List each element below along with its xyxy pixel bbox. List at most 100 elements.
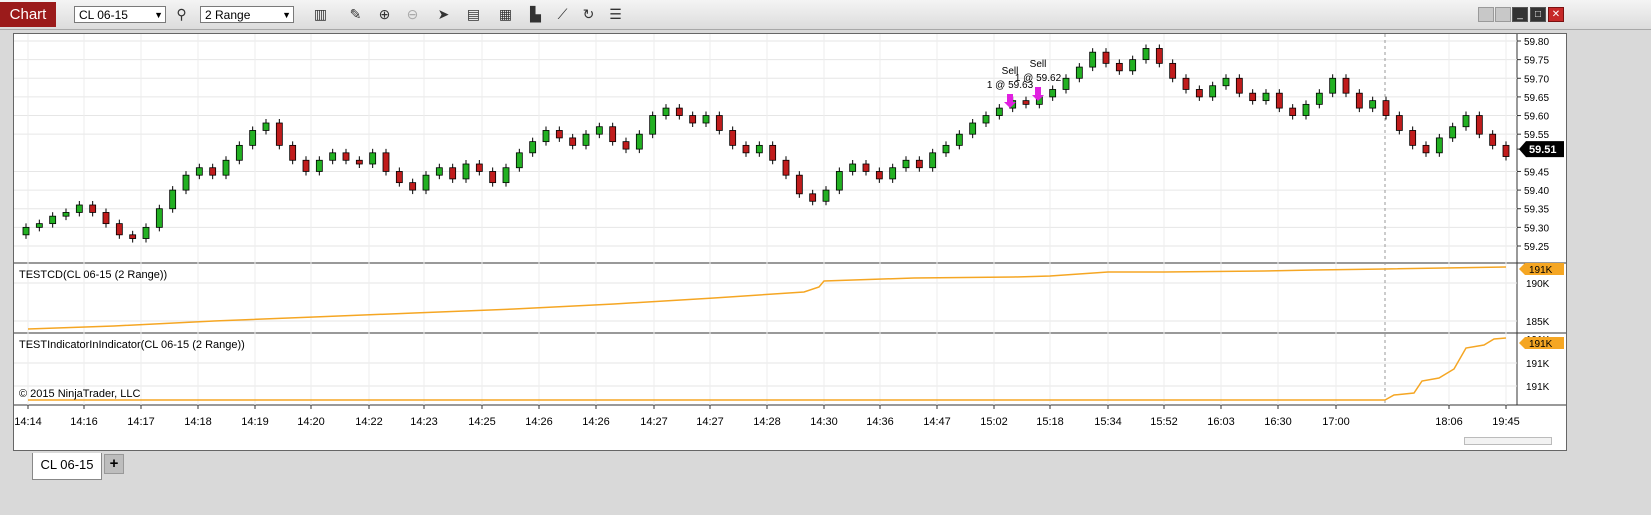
chart-canvas[interactable]: 59.80 59.75 59.70 59.65 59.60 59.55 59.51 59.45…	[14, 34, 1567, 451]
time-tick-label: 18:06	[1435, 416, 1463, 428]
candle-body	[355, 159, 363, 165]
chart-area[interactable]: 59.80 59.75 59.70 59.65 59.60 59.55 59.51 59.45…	[13, 33, 1567, 451]
candle-body	[395, 171, 403, 184]
candle-body	[1395, 115, 1403, 131]
order-icon[interactable]: ▦	[495, 4, 516, 25]
candle-body	[1449, 126, 1457, 139]
price-tick-label: 59.70	[1524, 74, 1549, 85]
candle-body	[1462, 115, 1470, 128]
candle-body	[1422, 144, 1430, 154]
interval-value: 2 Range	[205, 8, 251, 22]
pencil-icon[interactable]: ✎	[345, 4, 366, 25]
candle-body	[35, 223, 43, 228]
candle-body	[62, 212, 70, 217]
time-tick-label: 14:25	[468, 416, 496, 428]
candle-body	[929, 152, 937, 169]
candle-body	[75, 204, 83, 213]
strategy-icon[interactable]: ▙	[525, 4, 546, 25]
window-option-icon[interactable]	[1495, 7, 1511, 22]
candle-body	[969, 122, 977, 135]
chart-tab[interactable]: Chart	[0, 2, 56, 27]
candle-body	[275, 122, 283, 146]
candle-body	[569, 137, 577, 146]
candle-body	[129, 234, 137, 239]
candle-body	[329, 152, 337, 161]
time-tick-label: 16:03	[1207, 416, 1235, 428]
time-tick-label: 14:47	[923, 416, 951, 428]
candle-body	[702, 115, 710, 124]
time-tick-label: 14:27	[696, 416, 724, 428]
bar-type-icon[interactable]: ▥	[310, 4, 331, 25]
candle-body	[582, 133, 590, 146]
data-box-icon[interactable]: ▤	[463, 4, 484, 25]
candle-body	[462, 163, 470, 180]
candle-body	[409, 182, 417, 191]
candle-body	[875, 171, 883, 180]
minimize-icon[interactable]: _	[1512, 7, 1528, 22]
candle-body	[742, 144, 750, 154]
candle-body	[1489, 133, 1497, 146]
candle-body	[729, 130, 737, 146]
sell-marker-label: Sell	[1030, 59, 1047, 70]
properties-icon[interactable]: ☰	[605, 4, 626, 25]
time-tick-label: 14:23	[410, 416, 438, 428]
add-tab-button[interactable]: +	[104, 454, 124, 474]
indicator1-tick-label: 190K	[1526, 279, 1550, 290]
candle-body	[369, 152, 377, 165]
time-tick-label: 14:18	[184, 416, 212, 428]
search-icon[interactable]: ⚲	[171, 4, 192, 25]
candle-body	[769, 144, 777, 161]
candle-body	[1382, 100, 1390, 116]
candle-body	[1275, 92, 1283, 109]
interval-select[interactable]: 2 Range ▼	[200, 6, 294, 23]
time-tick-label: 14:36	[866, 416, 894, 428]
chevron-down-icon: ▼	[282, 10, 291, 20]
candle-body	[662, 107, 670, 116]
time-tick-label: 14:20	[297, 416, 325, 428]
candle-body	[635, 133, 643, 150]
time-tick-label: 14:30	[810, 416, 838, 428]
candle-body	[1115, 62, 1123, 72]
time-tick-label: 14:26	[525, 416, 553, 428]
candle-body	[755, 144, 763, 154]
candle-body	[1049, 89, 1057, 98]
sell-marker-detail: 1 @ 59.62	[1015, 73, 1062, 84]
candle-body	[995, 107, 1003, 116]
indicator2-value-label: 191K	[1529, 339, 1553, 350]
indicator2-label: TESTIndicatorInIndicator(CL 06-15 (2 Ran…	[19, 339, 245, 351]
window-option-icon[interactable]	[1478, 7, 1494, 22]
candle-body	[115, 223, 123, 236]
candle-body	[502, 167, 510, 184]
instrument-select[interactable]: CL 06-15 ▼	[74, 6, 166, 23]
chevron-down-icon: ▼	[154, 10, 163, 20]
candle-body	[649, 115, 657, 135]
copyright-text: © 2015 NinjaTrader, LLC	[19, 388, 141, 400]
zoom-in-icon[interactable]: ⊕	[374, 4, 395, 25]
time-tick-label: 14:14	[14, 416, 42, 428]
chart-toolbar: Chart CL 06-15 ▼ ⚲ 2 Range ▼ ▥ ✎ ⊕ ⊖ ➤ ▤ ▦…	[0, 0, 1651, 30]
indicator2-tick-label: 191K	[1526, 382, 1550, 393]
candle-body	[1355, 92, 1363, 109]
candle-body	[1089, 51, 1097, 68]
candle-body	[195, 167, 203, 176]
candle-body	[235, 144, 243, 161]
reload-icon[interactable]: ↻	[578, 4, 599, 25]
maximize-icon[interactable]: □	[1530, 7, 1546, 22]
price-tick-label: 59.55	[1524, 130, 1549, 141]
horizontal-scrollbar[interactable]	[1464, 437, 1552, 445]
pointer-icon[interactable]: ➤	[433, 4, 454, 25]
instrument-tab[interactable]: CL 06-15	[32, 453, 102, 480]
candle-body	[1155, 48, 1163, 64]
candle-body	[1129, 59, 1137, 72]
current-price-label: 59.51	[1529, 144, 1557, 156]
candle-body	[1369, 100, 1377, 109]
price-tick-label: 59.40	[1524, 186, 1549, 197]
price-candles	[22, 44, 1510, 243]
candle-body	[1475, 115, 1483, 135]
price-tick-label: 59.25	[1524, 242, 1549, 253]
time-tick-label: 15:18	[1036, 416, 1064, 428]
indicator-icon[interactable]: ⟋	[552, 4, 573, 25]
close-icon[interactable]: ✕	[1548, 7, 1564, 22]
price-tick-label: 59.65	[1524, 93, 1549, 104]
candle-body	[1142, 48, 1150, 61]
